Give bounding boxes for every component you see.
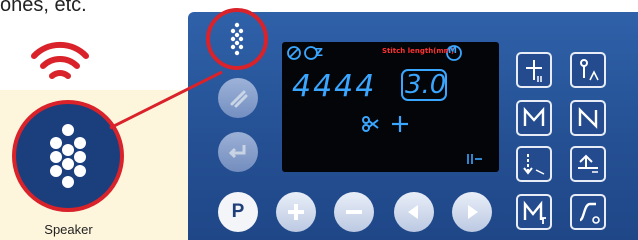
thread-trim-icon <box>523 154 545 175</box>
left-button[interactable] <box>394 192 434 232</box>
program-button-label: P <box>231 201 245 222</box>
lcd-digits: 4444 <box>292 69 377 104</box>
slash-icon <box>230 90 248 108</box>
pattern-cd-icon <box>578 107 598 129</box>
left-arrow-icon <box>408 205 418 219</box>
stitch-length-label: Stitch length(mm) <box>382 47 455 55</box>
presser-lift-icon <box>578 154 598 173</box>
scissors-icon <box>362 116 379 132</box>
needle-position-button[interactable] <box>516 52 552 88</box>
presser-foot-icon <box>580 59 599 81</box>
enter-button[interactable] <box>218 132 258 172</box>
speaker-icon <box>230 22 244 56</box>
stitch-curve-icon <box>579 202 600 224</box>
lcd-graphics <box>287 45 482 164</box>
stitch-curve-button[interactable] <box>570 194 606 230</box>
stitch-length-value: 3.0 <box>405 70 447 100</box>
lcd-display: Z Stitch length(mm) M 4444 3.0 <box>282 42 499 172</box>
lcd-m-mark: M <box>448 46 457 56</box>
plus-button[interactable] <box>276 192 316 232</box>
program-button[interactable]: P <box>218 192 258 232</box>
thread-trim-button[interactable] <box>516 146 552 182</box>
right-button[interactable] <box>452 192 492 232</box>
counter-icon <box>523 200 546 224</box>
enter-icon <box>228 145 246 159</box>
needle-position-icon <box>526 60 542 82</box>
lcd-z-mark: Z <box>315 46 323 59</box>
pattern-ab-button[interactable] <box>516 100 552 136</box>
presser-foot-button[interactable] <box>570 52 606 88</box>
pattern-ab-icon <box>523 106 545 126</box>
pattern-cd-button[interactable] <box>570 100 606 136</box>
speaker-button-highlight[interactable] <box>206 8 268 70</box>
plus-icon <box>288 204 304 220</box>
right-arrow-icon <box>468 205 478 219</box>
counter-button[interactable] <box>516 194 552 230</box>
slash-button[interactable] <box>218 78 258 118</box>
minus-icon <box>346 210 362 214</box>
presser-lift-button[interactable] <box>570 146 606 182</box>
minus-button[interactable] <box>334 192 374 232</box>
